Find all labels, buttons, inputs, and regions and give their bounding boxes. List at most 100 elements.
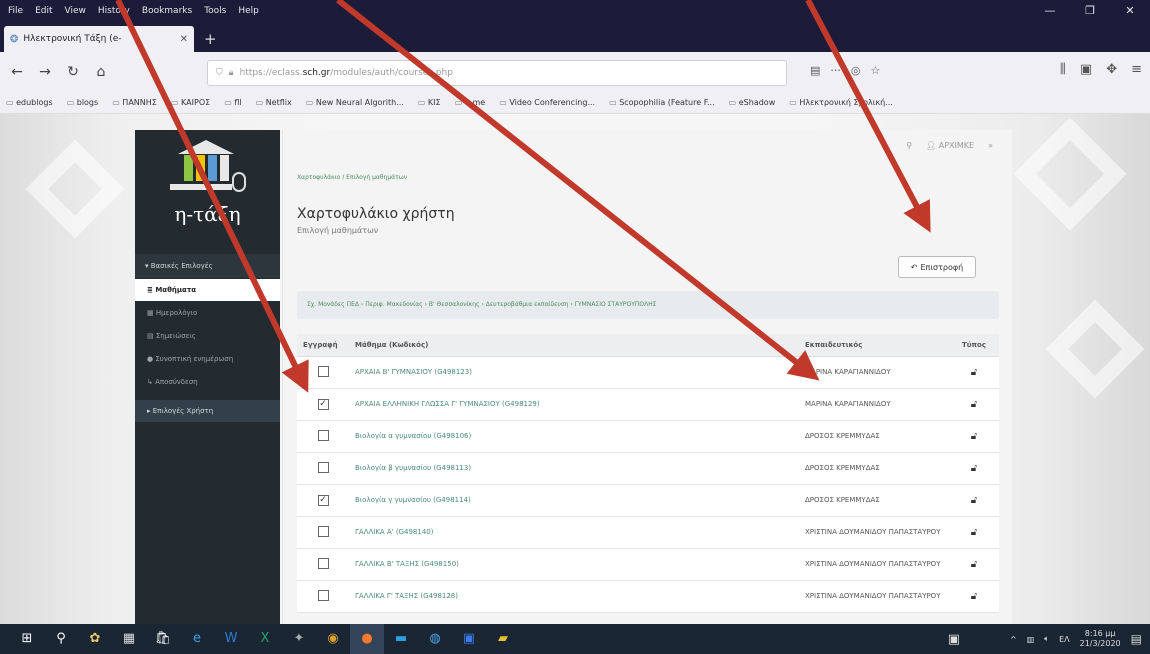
app-icon[interactable]: ◍ — [418, 624, 452, 654]
bookmark-item[interactable]: ΚΑΙΡΟΣ — [171, 98, 210, 107]
reader-view-icon[interactable]: ▤ — [810, 64, 820, 77]
store-icon[interactable]: 🛍︎ — [146, 624, 180, 654]
enroll-checkbox[interactable] — [317, 461, 329, 473]
sidebar-group-user-options[interactable]: ▸ Επιλογές Χρήστη — [135, 400, 280, 422]
app-icon[interactable]: ✦ — [282, 624, 316, 654]
tab-close-icon[interactable]: ✕ — [180, 34, 188, 45]
search-icon[interactable]: ⚲ — [44, 624, 78, 654]
sidebar-item-notes[interactable]: ▤ Σημειώσεις — [135, 325, 280, 347]
course-link[interactable]: ΓΑΛΛΙΚΑ Γ' ΤΑΞΗΣ (G498128) — [349, 580, 799, 613]
url-bar[interactable]: ⛉ 🔒︎ https://eclass.sch.gr/modules/auth/… — [207, 60, 787, 86]
bookmark-item[interactable]: blogs — [67, 98, 98, 107]
enroll-checkbox[interactable] — [317, 429, 329, 441]
bookmark-item[interactable]: Netflix — [256, 98, 292, 107]
brand-name: η-τάξη — [174, 202, 241, 226]
home-icon[interactable]: ⌂ — [92, 64, 110, 80]
unlocked-icon: 🔓︎ — [949, 356, 999, 389]
enroll-checkbox[interactable]: ✓ — [317, 398, 329, 410]
calculator-icon[interactable]: ▦ — [112, 624, 146, 654]
hamburger-menu-icon[interactable]: ≡ — [1131, 62, 1142, 77]
reload-icon[interactable]: ↻ — [64, 64, 82, 80]
menu-tools[interactable]: Tools — [204, 6, 226, 16]
menu-view[interactable]: View — [65, 6, 86, 16]
bookmark-item[interactable]: Ηλεκτρονική Σχολική... — [789, 98, 893, 107]
sidebar-toggle-icon[interactable]: ▣ — [1080, 62, 1092, 77]
edge-icon[interactable]: e — [180, 624, 214, 654]
tab-title: Ηλεκτρονική Τάξη (e- — [23, 34, 122, 44]
close-icon[interactable]: ✕ — [1110, 0, 1150, 22]
word-icon[interactable]: W — [214, 624, 248, 654]
zoom-icon[interactable]: ▣ — [452, 624, 486, 654]
menu-edit[interactable]: Edit — [35, 6, 52, 16]
extension-icon[interactable]: ✥ — [1106, 62, 1117, 77]
calendar-icon: ▦ — [147, 309, 156, 317]
enroll-checkbox[interactable] — [317, 557, 329, 569]
menu-file[interactable]: File — [8, 6, 23, 16]
language-indicator[interactable]: ΕΛ — [1059, 635, 1070, 644]
table-row: ΓΑΛΛΙΚΑ Β' ΤΑΞΗΣ (G498150) ΧΡΙΣΤΙΝΑ ΔΟΥΜ… — [297, 548, 999, 581]
bookmark-star-icon[interactable]: ☆ — [871, 64, 881, 77]
course-link[interactable]: Βιολογία α γυμνασίου (G498106) — [349, 420, 799, 453]
back-arrow-icon[interactable]: ← — [8, 64, 26, 80]
camera-app-icon[interactable]: ▣ — [948, 632, 960, 647]
windows-start-icon[interactable]: ⊞ — [10, 624, 44, 654]
minimize-icon[interactable]: — — [1030, 0, 1070, 22]
forward-arrow-icon[interactable]: → — [36, 64, 54, 80]
bookmark-item[interactable]: ΠΑΝΝΗΣ — [112, 98, 157, 107]
notifications-icon[interactable]: ▤ — [1131, 632, 1142, 646]
enroll-checkbox[interactable]: ✓ — [317, 494, 329, 506]
shield-icon[interactable]: ⛉ — [216, 68, 223, 78]
menu-help[interactable]: Help — [238, 6, 259, 16]
bookmark-item[interactable]: Video Conferencing... — [499, 98, 595, 107]
sidebar-menu-header[interactable]: ▾ Βασικές Επιλογές — [135, 254, 280, 278]
back-button[interactable]: ↶ Επιστροφή — [898, 256, 976, 278]
firefox-icon[interactable]: ● — [350, 624, 384, 654]
library-icon[interactable]: ⫼ — [1060, 62, 1066, 77]
new-tab-icon[interactable]: + — [204, 26, 217, 52]
bookmark-item[interactable]: e-me — [455, 98, 486, 107]
course-link[interactable]: ΓΑΛΛΙΚΑ Α' (G498140) — [349, 516, 799, 549]
menu-history[interactable]: History — [98, 6, 130, 16]
clock[interactable]: 8:16 μμ 21/3/2020 — [1080, 629, 1121, 649]
search-icon[interactable]: ⚲ — [906, 141, 912, 150]
course-link[interactable]: ΓΑΛΛΙΚΑ Β' ΤΑΞΗΣ (G498150) — [349, 548, 799, 581]
unlocked-icon: 🔓︎ — [949, 484, 999, 517]
sidebar-item-logout[interactable]: ↳ Αποσύνδεση — [135, 371, 280, 393]
show-hidden-icons-icon[interactable]: ^ — [1010, 635, 1017, 644]
network-icon[interactable]: ▥ — [1027, 635, 1035, 644]
sidebar-item-courses[interactable]: ≣ Μαθήματα — [135, 279, 280, 301]
bookmark-item[interactable]: eShadow — [729, 98, 776, 107]
col-header-course: Μάθημα (Κωδικός) — [349, 334, 799, 357]
sidebar-item-announcements[interactable]: ● Συνοπτική ενημέρωση — [135, 348, 280, 370]
volume-icon[interactable]: 🔈︎ — [1044, 634, 1049, 644]
enroll-checkbox[interactable] — [317, 365, 329, 377]
pocket-icon[interactable]: ◎ — [851, 64, 861, 77]
collapse-icon[interactable]: » — [988, 141, 993, 150]
enroll-checkbox[interactable] — [317, 589, 329, 601]
school-path-info[interactable]: Σχ. Μονάδες ΠΕΔ › Περιφ. Μακεδονίας › Β'… — [297, 291, 999, 319]
maximize-icon[interactable]: ❐ — [1070, 0, 1110, 22]
sidebar-item-calendar[interactable]: ▦ Ημερολόγιο — [135, 302, 280, 324]
table-row: ✓ Βιολογία γ γυμνασίου (G498114) ΔΡΟΣΟΣ … — [297, 484, 999, 517]
app-icon[interactable]: ✿ — [78, 624, 112, 654]
eclass-logo[interactable]: η-τάξη — [160, 140, 255, 240]
course-link[interactable]: Βιολογία β γυμνασίου (G498113) — [349, 452, 799, 485]
bookmark-item[interactable]: fll — [224, 98, 241, 107]
course-link[interactable]: ΑΡΧΑΙΑ ΕΛΛΗΝΙΚΗ ΓΛΩΣΣΑ Γ' ΓΥΜΝΑΣΙΟΥ (G49… — [349, 388, 799, 421]
user-menu[interactable]: 👤︎ ΑΡΧΙΜΚΕ — [926, 141, 974, 150]
course-link[interactable]: ΑΡΧΑΙΑ Β' ΓΥΜΝΑΣΙΟΥ (G498123) — [349, 356, 799, 389]
mail-icon[interactable]: ▬ — [384, 624, 418, 654]
bookmark-item[interactable]: New Neural Algorith... — [306, 98, 404, 107]
bookmark-item[interactable]: ΚΙΣ — [418, 98, 441, 107]
page-actions-icon[interactable]: ··· — [830, 64, 841, 77]
excel-icon[interactable]: X — [248, 624, 282, 654]
enroll-checkbox[interactable] — [317, 525, 329, 537]
menu-bookmarks[interactable]: Bookmarks — [142, 6, 192, 16]
file-explorer-icon[interactable]: ▰ — [486, 624, 520, 654]
chrome-icon[interactable]: ◉ — [316, 624, 350, 654]
course-link[interactable]: Βιολογία γ γυμνασίου (G498114) — [349, 484, 799, 517]
bookmark-item[interactable]: edublogs — [6, 98, 53, 107]
browser-tab[interactable]: ❂ Ηλεκτρονική Τάξη (e- ✕ — [4, 26, 194, 52]
bookmark-item[interactable]: Scopophilia (Feature F... — [609, 98, 714, 107]
breadcrumb[interactable]: Χαρτοφυλάκιο / Επιλογή μαθημάτων — [297, 174, 407, 181]
